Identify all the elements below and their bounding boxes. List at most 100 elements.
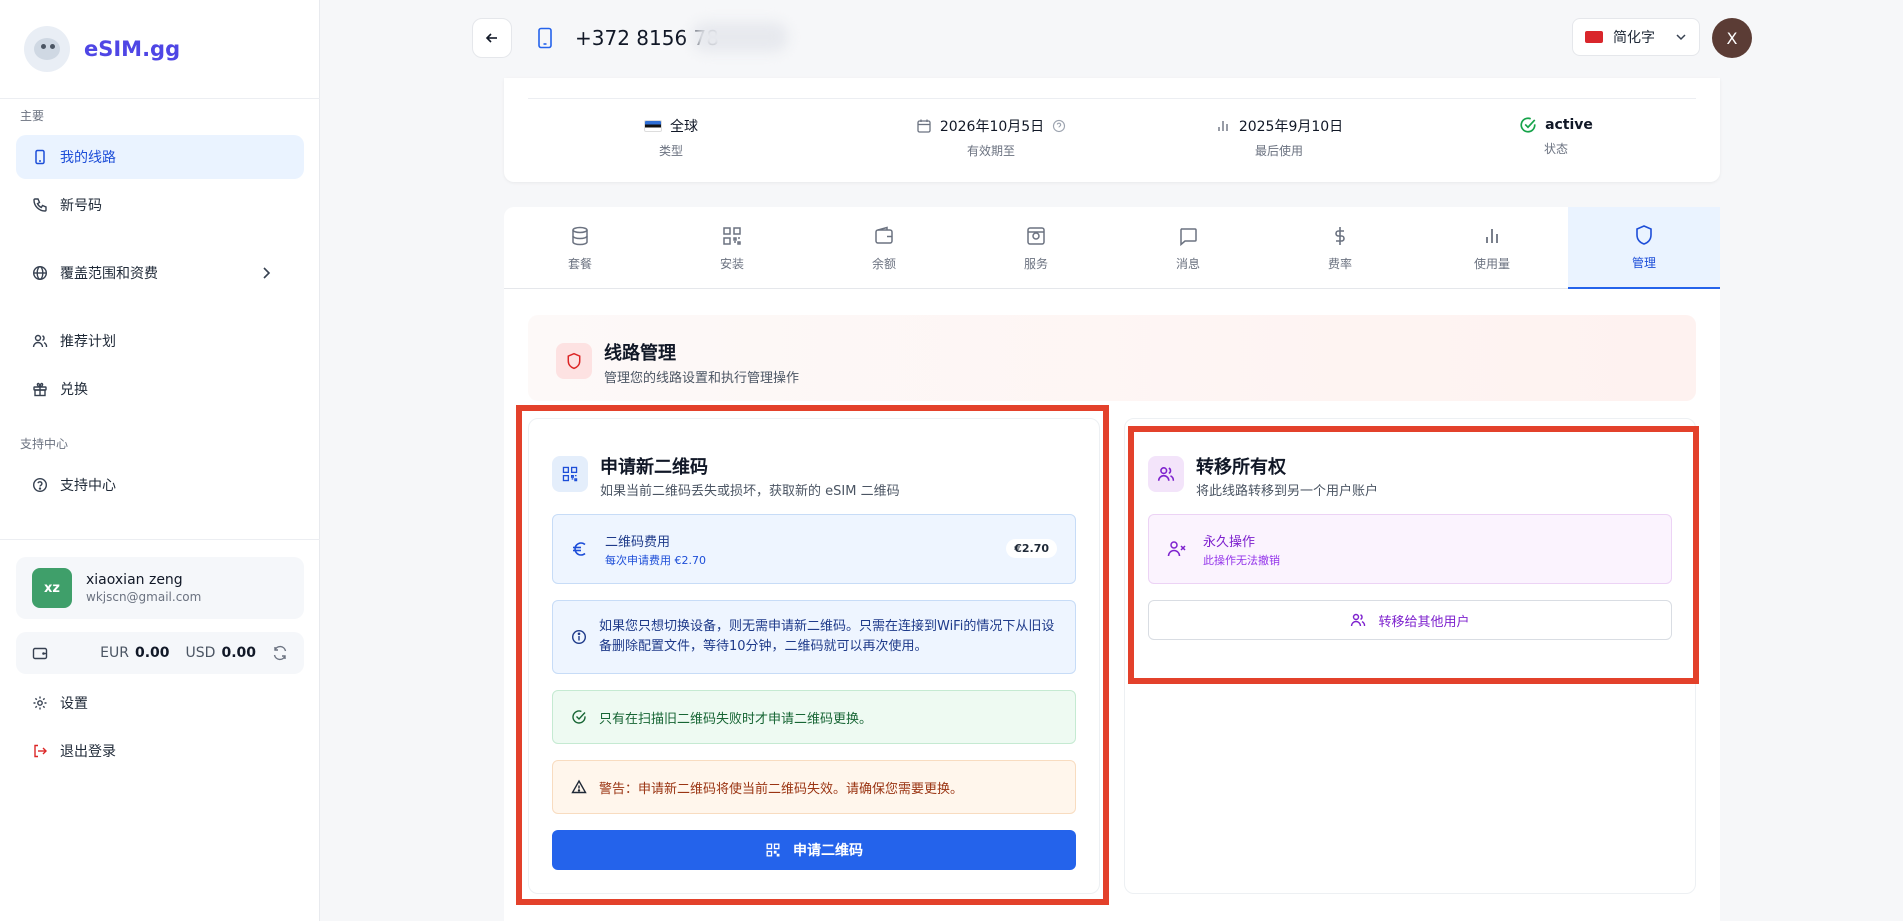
gift-icon (33, 382, 47, 397)
globe-icon (32, 265, 48, 281)
tab-management[interactable]: 管理 (1568, 207, 1720, 289)
tab-balance[interactable]: 余额 (808, 207, 960, 289)
tab-label: 管理 (1631, 255, 1656, 270)
sidebar-item-my-lines[interactable]: 我的线路 (16, 135, 304, 179)
tab-label: 使用量 (1473, 256, 1510, 271)
brand-name: eSIM.gg (84, 37, 181, 61)
transfer-to-user-button[interactable]: 转移给其他用户 (1148, 600, 1672, 640)
check-circle-icon (1520, 117, 1536, 133)
shield-icon (1636, 224, 1652, 245)
management-subtitle: 管理您的线路设置和执行管理操作 (604, 371, 800, 386)
users-icon (1148, 456, 1184, 492)
sidebar-item-settings[interactable]: 设置 (16, 681, 304, 725)
qr-panel-title: 申请新二维码 (600, 457, 708, 478)
balance-card: EUR 0.00 USD 0.00 (16, 632, 304, 674)
qr-panel-subtitle: 如果当前二维码丢失或损坏，获取新的 eSIM 二维码 (600, 484, 900, 499)
management-title: 线路管理 (604, 343, 676, 364)
qr-code-icon (723, 226, 741, 245)
tab-plans[interactable]: 套餐 (504, 207, 656, 289)
sidebar-item-label: 覆盖范围和资费 (60, 266, 158, 282)
china-flag-icon (1585, 31, 1603, 43)
qr-fee-price-badge: €2.70 (1006, 539, 1057, 558)
request-qr-button[interactable]: 申请二维码 (552, 830, 1076, 870)
back-button[interactable] (472, 18, 512, 58)
tab-label: 套餐 (567, 256, 592, 271)
transfer-panel-title: 转移所有权 (1196, 457, 1286, 478)
sidebar-item-label: 兑换 (60, 382, 88, 398)
stat-type: 全球 类型 (571, 116, 771, 159)
message-square-icon (1180, 227, 1197, 246)
help-circle-icon[interactable] (1052, 119, 1066, 133)
qr-warning-box: 警告：申请新二维码将使当前二维码失效。请确保您需要更换。 (552, 760, 1076, 814)
user-x-icon (1167, 541, 1186, 557)
phone-call-icon (33, 198, 47, 212)
management-header: 线路管理 管理您的线路设置和执行管理操作 (528, 315, 1696, 401)
tab-install[interactable]: 安装 (656, 207, 808, 289)
tab-bar: 套餐 安装 余额 服务 消息 费率 使用量 管理 (504, 207, 1720, 289)
stat-status: active 状态 (1456, 116, 1656, 157)
language-select[interactable]: 简化字 (1572, 18, 1700, 56)
help-circle-icon (32, 477, 48, 493)
wallet-icon (875, 226, 893, 244)
dollar-sign-icon (1335, 226, 1345, 245)
tab-rates[interactable]: 费率 (1264, 207, 1416, 289)
service-box-icon (1027, 226, 1045, 245)
warning-triangle-icon (571, 779, 587, 794)
estonia-flag-icon (644, 120, 662, 132)
section-label-support: 支持中心 (20, 437, 69, 451)
qr-fee-subtitle: 每次申请费用 €2.70 (605, 553, 706, 567)
refresh-icon[interactable] (272, 645, 288, 661)
stat-expiry-value: 2026年10月5日 (939, 119, 1045, 135)
sidebar-item-support[interactable]: 支持中心 (16, 463, 304, 507)
users-icon (32, 334, 48, 348)
stat-status-label: 状态 (1543, 142, 1568, 156)
qr-code-icon (552, 456, 588, 492)
sidebar-item-redeem[interactable]: 兑换 (16, 367, 304, 411)
info-icon (571, 629, 587, 645)
user-card[interactable]: xz xiaoxian zeng wkjscn@gmail.com (16, 557, 304, 619)
sidebar-item-logout[interactable]: 退出登录 (16, 729, 304, 773)
redacted-mask (692, 22, 788, 52)
sidebar-item-coverage[interactable]: 覆盖范围和资费 (16, 251, 304, 295)
logo-mascot-icon (24, 26, 70, 72)
user-avatar-button[interactable]: X (1712, 18, 1752, 58)
user-name: xiaoxian zeng (86, 572, 183, 588)
sidebar-item-new-number[interactable]: 新号码 (16, 183, 304, 227)
permanent-action-title: 永久操作 (1203, 534, 1256, 550)
qr-warning-text: 警告：申请新二维码将使当前二维码失效。请确保您需要更换。 (599, 781, 964, 797)
sidebar-divider (0, 98, 320, 99)
qr-code-icon (766, 843, 780, 857)
tab-services[interactable]: 服务 (960, 207, 1112, 289)
phone-icon (35, 149, 45, 165)
stat-expiry-label: 有效期至 (966, 144, 1015, 158)
tab-usage[interactable]: 使用量 (1416, 207, 1568, 289)
stat-status-value: active (1545, 117, 1593, 133)
usd-label: USD (185, 645, 216, 661)
usd-value: 0.00 (221, 645, 256, 661)
stat-last-used-value: 2025年9月10日 (1238, 119, 1344, 135)
line-info-card: 全球 类型 2026年10月5日 有效期至 2025年9月10日 最后使用 ac… (504, 78, 1720, 182)
tab-label: 余额 (871, 256, 896, 271)
avatar: xz (32, 568, 72, 608)
sidebar-item-label: 支持中心 (60, 478, 116, 494)
brand-logo[interactable]: eSIM.gg (24, 26, 180, 72)
section-label-main: 主要 (20, 109, 45, 123)
chevron-right-icon (263, 267, 271, 279)
stat-expiry: 2026年10月5日 有效期至 (871, 116, 1111, 159)
language-label: 简化字 (1613, 30, 1655, 46)
transfer-panel-subtitle: 将此线路转移到另一个用户账户 (1196, 484, 1379, 499)
tab-messages[interactable]: 消息 (1112, 207, 1264, 289)
sidebar-item-label: 推荐计划 (60, 334, 116, 350)
sidebar-item-label: 新号码 (60, 198, 102, 214)
tab-label: 消息 (1175, 256, 1200, 271)
sidebar-item-referral[interactable]: 推荐计划 (16, 319, 304, 363)
tab-label: 服务 (1023, 256, 1048, 271)
transfer-button-label: 转移给其他用户 (1378, 614, 1470, 630)
stat-type-value: 全球 (670, 119, 698, 135)
users-icon (1351, 613, 1366, 627)
arrow-left-icon (485, 33, 497, 43)
qr-fee-title: 二维码费用 (605, 534, 671, 550)
eur-label: EUR (100, 645, 129, 661)
qr-info-text: 如果您只想切换设备，则无需申请新二维码。只需在连接到WiFi的情况下从旧设备删除… (599, 619, 1055, 654)
check-circle-icon (572, 710, 586, 724)
